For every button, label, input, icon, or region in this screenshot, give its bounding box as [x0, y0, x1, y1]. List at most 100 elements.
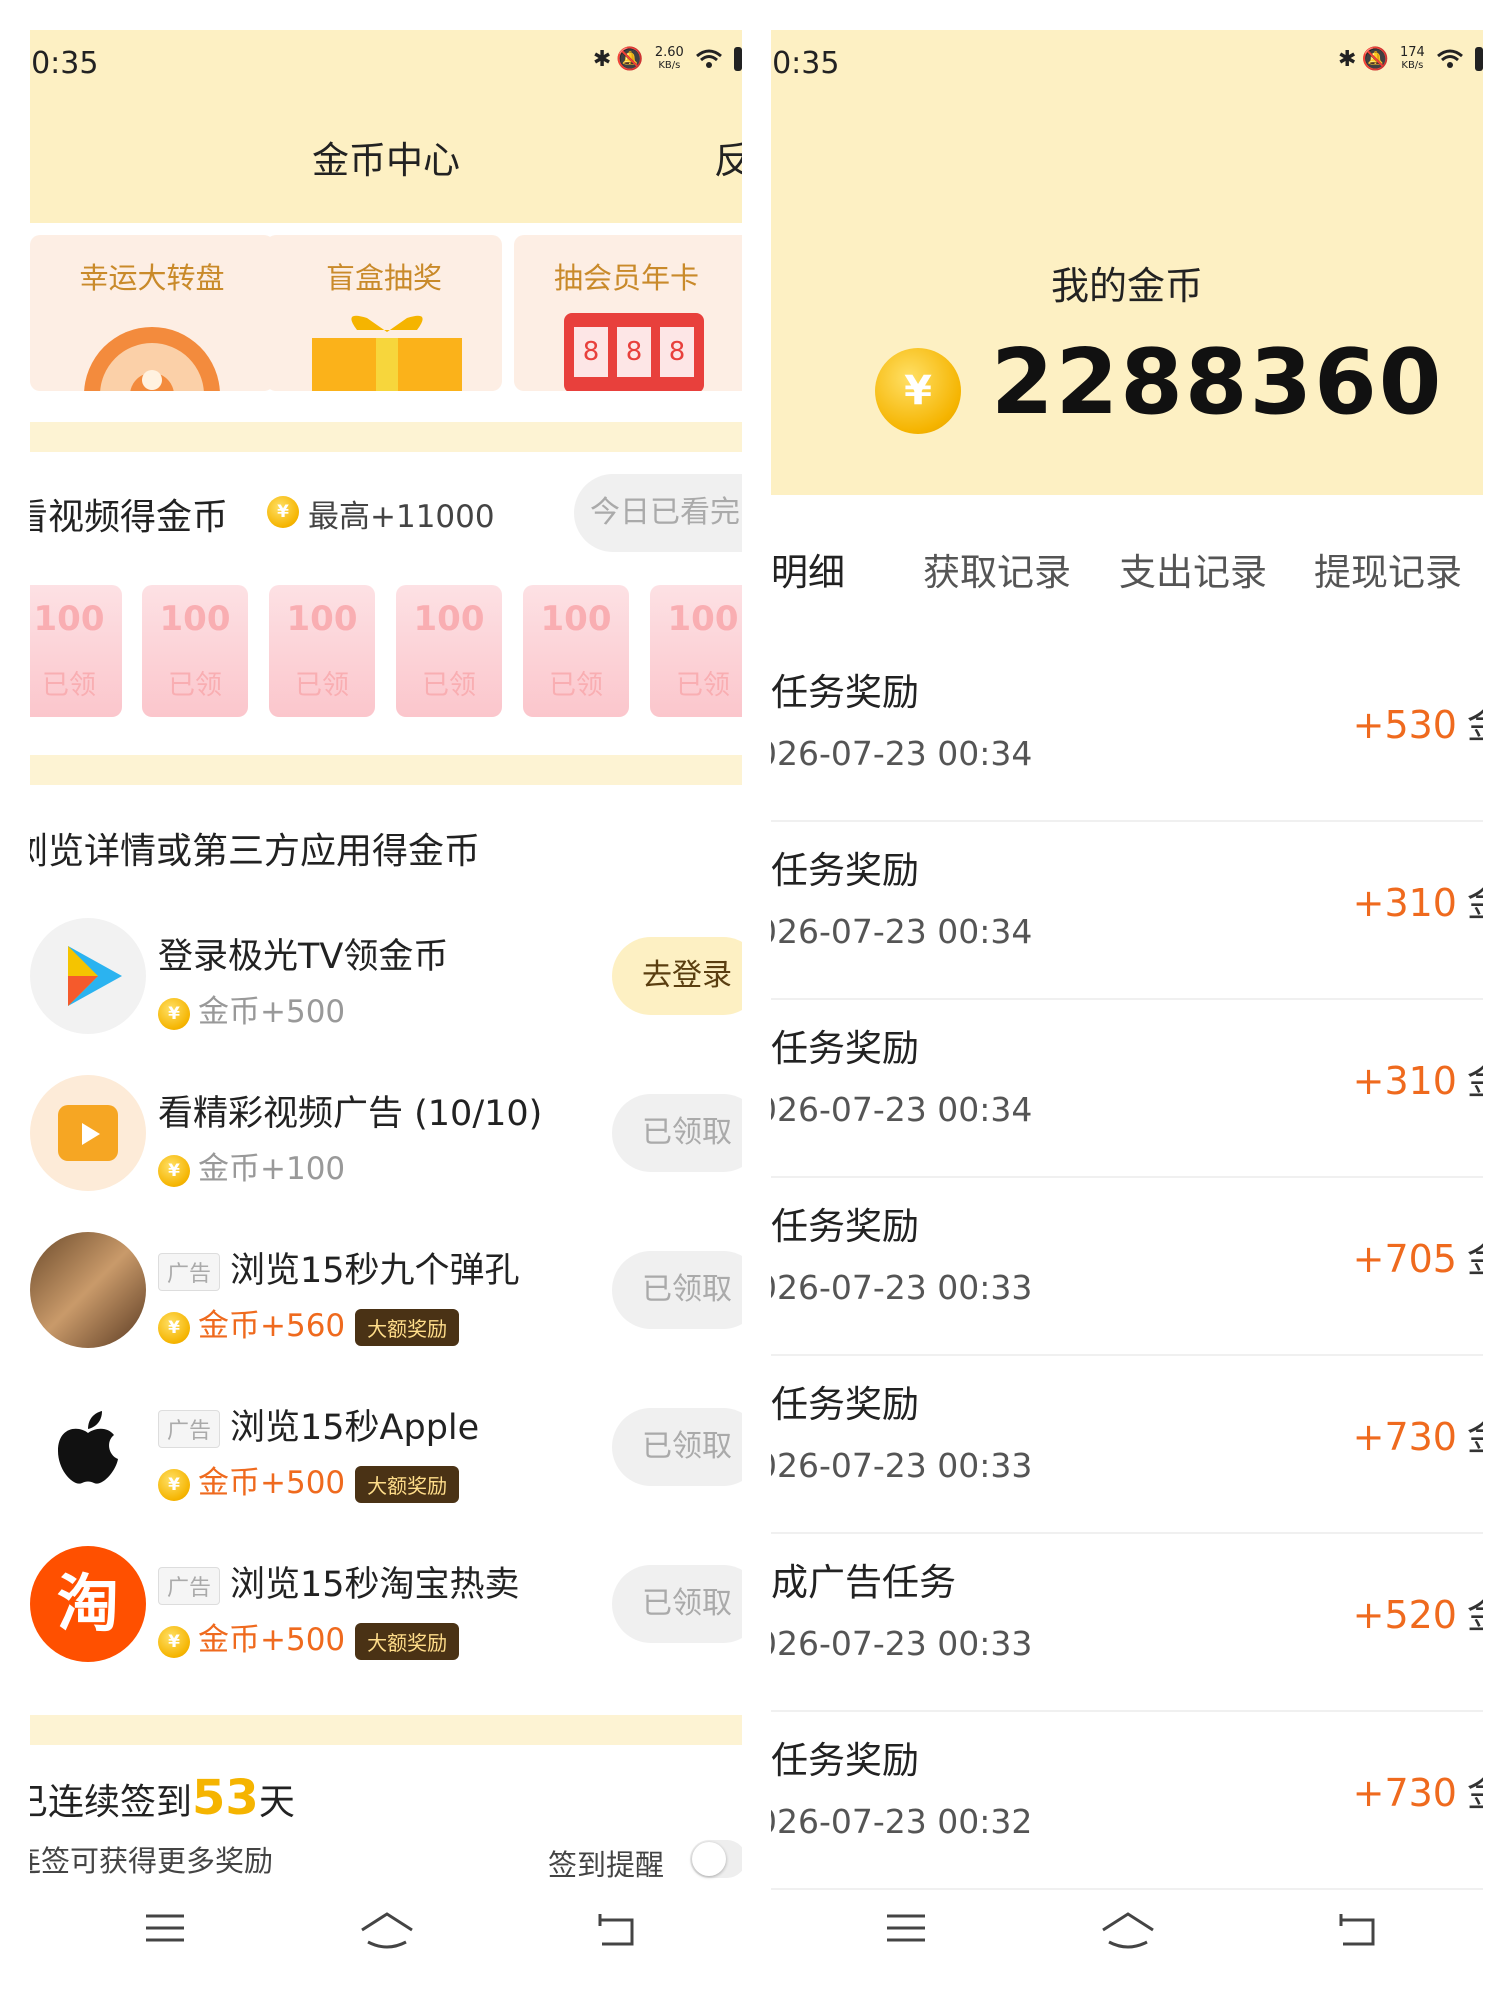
title-right-action[interactable]: 反: [714, 130, 742, 184]
chip-state: 已领: [295, 670, 349, 701]
record-row[interactable]: 广告任务奖励 2026-07-23 00:32 +730金币: [771, 1710, 1483, 1890]
amount-value: +530: [1352, 703, 1457, 747]
menu-icon[interactable]: [144, 1910, 186, 1950]
chip-state: 已领: [549, 670, 603, 701]
activity-label: 抽会员年卡: [554, 261, 700, 295]
login-button[interactable]: 去登录: [612, 937, 742, 1015]
amount-value: +310: [1352, 881, 1457, 925]
tab-spend-records[interactable]: 支出记录: [1119, 542, 1267, 596]
activity-card-wheel[interactable]: 幸运大转盘: [30, 235, 274, 391]
menu-icon[interactable]: [885, 1910, 927, 1950]
coin-icon: ¥: [158, 997, 190, 1030]
video-reward-chip: 100 已领: [30, 585, 122, 717]
home-icon[interactable]: [1099, 1910, 1157, 1954]
slot-digit: 8: [617, 327, 651, 377]
record-date: 2026-07-23 00:33: [771, 1624, 1033, 1663]
signin-suffix: 天: [258, 1782, 295, 1823]
tab-all-details[interactable]: 全部明细: [771, 542, 845, 596]
record-title: 广告任务奖励: [771, 849, 919, 892]
chip-amount: 100: [413, 599, 485, 639]
status-bar: 00:35 ✱ 🔕 174 KB/s: [771, 30, 1483, 110]
back-icon[interactable]: [1335, 1910, 1379, 1954]
my-coins-label: 我的金币: [1050, 264, 1203, 308]
taobao-icon: 淘: [30, 1546, 146, 1662]
video-status-button[interactable]: 今日已看完: [574, 474, 742, 552]
record-row[interactable]: 完成广告任务 2026-07-23 00:33 +520金币: [771, 1532, 1483, 1712]
amount-unit: 金币: [1467, 1415, 1483, 1459]
ad-tag: 广告: [158, 1410, 221, 1448]
bluetooth-icon: ✱: [1337, 46, 1357, 72]
record-date: 2026-07-23 00:33: [771, 1446, 1033, 1485]
record-row[interactable]: 广告任务奖励 2026-07-23 00:33 +730金币: [771, 1354, 1483, 1534]
signin-reminder-toggle[interactable]: [690, 1840, 742, 1878]
record-title: 广告任务奖励: [771, 1027, 919, 1070]
task-reward: 金币+500: [198, 994, 346, 1030]
record-amount: +730金币: [1353, 1406, 1483, 1461]
speed-unit: KB/s: [658, 60, 681, 71]
record-title: 广告任务奖励: [771, 1383, 919, 1426]
ad-tag: 广告: [158, 1253, 221, 1291]
claimed-button[interactable]: 已领取: [612, 1565, 742, 1643]
signin-days: 53: [192, 1770, 259, 1826]
record-row[interactable]: 广告任务奖励 2026-07-23 00:34 +310金币: [771, 998, 1483, 1178]
wifi-icon: [695, 48, 723, 70]
battery-icon: [734, 47, 742, 71]
record-title: 广告任务奖励: [771, 1739, 919, 1782]
activity-card-blindbox[interactable]: 盲盒抽奖: [266, 235, 502, 391]
coin-balance: 2288360: [991, 330, 1444, 435]
home-icon[interactable]: [358, 1910, 416, 1954]
video-reward-chip: 100 已领: [523, 585, 629, 717]
chip-state: 已领: [42, 670, 96, 701]
amount-value: +705: [1352, 1237, 1457, 1281]
claimed-button[interactable]: 已领取: [612, 1408, 742, 1486]
claimed-button[interactable]: 已领取: [612, 1251, 742, 1329]
amount-value: +520: [1352, 1593, 1457, 1637]
task-title: 看精彩视频广告 (10/10): [158, 1094, 543, 1134]
speed-value: 2.60: [654, 45, 684, 60]
speed-unit: KB/s: [1401, 60, 1424, 71]
big-reward-badge: 大额奖励: [355, 1309, 460, 1346]
tab-earn-records[interactable]: 获取记录: [923, 542, 1071, 596]
chip-amount: 100: [667, 599, 739, 639]
amount-value: +730: [1352, 1415, 1457, 1459]
movie-poster-icon: [30, 1232, 146, 1348]
record-row[interactable]: 广告任务奖励 2026-07-23 00:34 +530金币: [771, 642, 1483, 822]
record-row[interactable]: 广告任务奖励 2026-07-23 00:34 +310金币: [771, 820, 1483, 1000]
record-date: 2026-07-23 00:32: [771, 1802, 1033, 1841]
status-icons: ✱ 🔕 174 KB/s: [1338, 46, 1483, 82]
slot-machine-icon: 8 8 8: [564, 313, 704, 391]
mute-bell-icon: 🔕: [616, 46, 644, 72]
record-title: 广告任务奖励: [771, 1205, 919, 1248]
video-max-reward: 最高+11000: [308, 499, 495, 535]
claimed-button[interactable]: 已领取: [612, 1094, 742, 1172]
amount-unit: 金币: [1467, 1593, 1483, 1637]
signin-streak: 已连续签到53天: [30, 1770, 295, 1826]
wifi-icon: [1436, 48, 1464, 70]
activity-card-member-lottery[interactable]: 抽会员年卡 8 8 8: [514, 235, 742, 391]
tab-withdraw-records[interactable]: 提现记录: [1314, 542, 1462, 596]
video-reward-chip: 100 已领: [269, 585, 375, 717]
task-title: 登录极光TV领金币: [158, 937, 449, 977]
task-title: 浏览15秒Apple: [230, 1408, 480, 1448]
chip-amount: 100: [159, 599, 231, 639]
signin-prefix: 已连续签到: [30, 1782, 193, 1823]
task-reward: 金币+500: [198, 1622, 346, 1658]
record-row[interactable]: 广告任务奖励 2026-07-23 00:33 +705金币: [771, 1176, 1483, 1356]
amount-value: +310: [1352, 1059, 1457, 1103]
signin-reminder-label: 签到提醒: [548, 1848, 665, 1882]
amount-unit: 金币: [1467, 1771, 1483, 1815]
spin-wheel-icon: [84, 327, 220, 391]
task-title: 浏览15秒淘宝热卖: [230, 1565, 520, 1605]
video-reward-chip: 100 已领: [650, 585, 742, 717]
coin-icon: ¥: [158, 1625, 190, 1658]
apple-logo-icon: [30, 1389, 146, 1505]
slot-digit: 8: [574, 327, 608, 377]
status-time: 00:35: [771, 46, 840, 81]
amount-unit: 金币: [1467, 1237, 1483, 1281]
back-icon[interactable]: [594, 1910, 638, 1954]
chip-amount: 100: [286, 599, 358, 639]
record-amount: +310金币: [1353, 872, 1483, 927]
record-amount: +530金币: [1353, 694, 1483, 749]
coin-center-screen: 00:35 ✱ 🔕 2.60 KB/s 金币中心 反 幸运大转盘 盲盒抽奖: [30, 30, 742, 1980]
amount-value: +730: [1352, 1771, 1457, 1815]
